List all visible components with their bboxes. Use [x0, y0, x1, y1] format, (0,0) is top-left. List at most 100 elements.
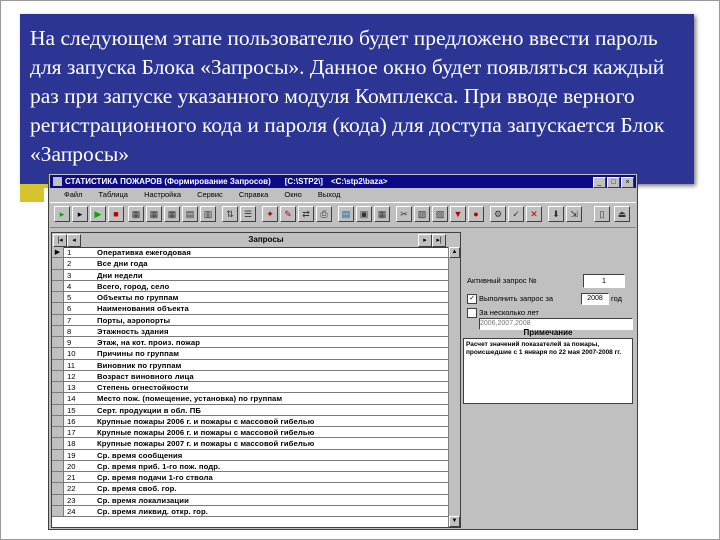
toolbar-sort-icon[interactable]: ⇅ [222, 206, 238, 222]
table-row[interactable]: 10 Причины по группам [52, 348, 460, 360]
run-for-year-checkbox[interactable]: ✓ [467, 294, 477, 304]
table-row[interactable]: 16 Крупные пожары 2006 г. и пожары с масс… [52, 415, 460, 427]
grid-scrollbar[interactable]: ▲ ▼ [448, 247, 460, 527]
row-selector[interactable] [52, 348, 64, 359]
table-row[interactable]: 15 Серт. продукции в обл. ПБ [52, 404, 460, 416]
toolbar-cancel-icon[interactable]: ✕ [526, 206, 542, 222]
toolbar-paste-icon[interactable]: ▨ [432, 206, 448, 222]
table-row[interactable]: 9 Этаж, на кот. произ. пожар [52, 337, 460, 349]
table-row[interactable]: 13 Степень огнестойкости [52, 382, 460, 394]
several-years-checkbox[interactable] [467, 308, 477, 318]
toolbar-run-icon[interactable]: ▸ [54, 206, 70, 222]
toolbar-grid1-icon[interactable]: ▦ [128, 206, 144, 222]
row-selector[interactable] [52, 393, 64, 404]
year-input[interactable]: 2008 [581, 293, 609, 305]
menu-help[interactable]: Справка [239, 189, 268, 201]
toolbar-edit-icon[interactable]: ✎ [280, 206, 296, 222]
table-row[interactable]: 20 Ср. время приб. 1-го пож. подр. [52, 460, 460, 472]
table-row[interactable]: 23 Ср. время локализации [52, 494, 460, 506]
table-row[interactable]: 14 Место пож. (помещение, установка) по г… [52, 393, 460, 405]
scroll-down-icon[interactable]: ▼ [449, 516, 460, 527]
toolbar-export-icon[interactable]: ⇲ [566, 206, 582, 222]
menu-window[interactable]: Окно [284, 189, 301, 201]
toolbar-find-icon[interactable]: ▼ [450, 206, 466, 222]
row-selector[interactable] [52, 292, 64, 303]
query-name: Этаж, на кот. произ. пожар [97, 338, 201, 347]
close-button[interactable]: × [621, 177, 634, 188]
row-selector[interactable] [52, 382, 64, 393]
toolbar-grid2-icon[interactable]: ▦ [146, 206, 162, 222]
prev-record-button[interactable]: ◂ [67, 234, 81, 247]
row-selector[interactable] [52, 460, 64, 471]
first-record-button[interactable]: |◂ [53, 234, 67, 247]
toolbar-filter-icon[interactable]: ✦ [262, 206, 278, 222]
toolbar-settings-icon[interactable]: ⚙ [490, 206, 506, 222]
menu-exit[interactable]: Выход [318, 189, 340, 201]
table-row[interactable]: 2 Все дни года [52, 258, 460, 270]
row-selector[interactable] [52, 370, 64, 381]
table-row[interactable]: 22 Ср. время своб. гор. [52, 483, 460, 495]
table-row[interactable]: 12 Возраст виновного лица [52, 370, 460, 382]
toolbar-grid5-icon[interactable]: ▥ [200, 206, 216, 222]
row-selector[interactable]: ▶ [52, 247, 64, 258]
table-row[interactable]: 4 Всего, город, село [52, 280, 460, 292]
minimize-button[interactable]: _ [593, 177, 606, 188]
toolbar-image-icon[interactable]: ▧ [414, 206, 430, 222]
table-row[interactable]: 3 Дни недели [52, 269, 460, 281]
menu-settings[interactable]: Настройка [144, 189, 181, 201]
toolbar-move-icon[interactable]: ⇄ [298, 206, 314, 222]
table-row[interactable]: 6 Наименования объекта [52, 303, 460, 315]
row-selector[interactable] [52, 359, 64, 370]
toolbar-download-icon[interactable]: ⬇ [548, 206, 564, 222]
toolbar-grid3-icon[interactable]: ▦ [164, 206, 180, 222]
row-selector[interactable] [52, 280, 64, 291]
menu-table[interactable]: Таблица [99, 189, 128, 201]
row-selector[interactable] [52, 472, 64, 483]
last-record-button[interactable]: ▸| [432, 234, 446, 247]
row-selector[interactable] [52, 438, 64, 449]
row-selector[interactable] [52, 325, 64, 336]
row-selector[interactable] [52, 427, 64, 438]
table-row[interactable]: 5 Объекты по группам [52, 292, 460, 304]
toolbar-door-icon[interactable]: ▯ [594, 206, 610, 222]
toolbar-list-icon[interactable]: ☰ [240, 206, 256, 222]
toolbar-table-icon[interactable]: ▦ [374, 206, 390, 222]
row-selector[interactable] [52, 303, 64, 314]
toolbar-grid4-icon[interactable]: ▤ [182, 206, 198, 222]
table-row[interactable]: ▶ 1 Оперативка ежегодовая [52, 247, 460, 259]
toolbar-doc-icon[interactable]: ▣ [356, 206, 372, 222]
row-selector[interactable] [52, 314, 64, 325]
row-selector[interactable] [52, 269, 64, 280]
table-row[interactable]: 8 Этажность здания [52, 325, 460, 337]
toolbar-play-icon[interactable]: ▶ [90, 206, 106, 222]
menu-file[interactable]: Файл [64, 189, 82, 201]
toolbar-cut-icon[interactable]: ✂ [396, 206, 412, 222]
toolbar-stop-icon[interactable]: ■ [108, 206, 124, 222]
row-selector[interactable] [52, 415, 64, 426]
row-selector[interactable] [52, 494, 64, 505]
toolbar-exit-icon[interactable]: ⏏ [614, 206, 630, 222]
table-row[interactable]: 7 Порты, аэропорты [52, 314, 460, 326]
table-row[interactable]: 18 Крупные пожары 2007 г. и пожары с масс… [52, 438, 460, 450]
scroll-up-icon[interactable]: ▲ [449, 247, 460, 258]
toolbar-check-icon[interactable]: ✓ [508, 206, 524, 222]
query-name: Ср. время локализации [97, 495, 189, 505]
row-selector[interactable] [52, 505, 64, 516]
table-row[interactable]: 21 Ср. время подачи 1-го ствола [52, 472, 460, 484]
table-row[interactable]: 24 Ср. время ликвид. откр. гор. [52, 505, 460, 517]
toolbar-chart-icon[interactable]: ▤ [338, 206, 354, 222]
row-selector[interactable] [52, 258, 64, 269]
table-row[interactable]: 17 Крупные пожары 2006 г. и пожары с масс… [52, 427, 460, 439]
table-row[interactable]: 11 Виновник по группам [52, 359, 460, 371]
row-selector[interactable] [52, 483, 64, 494]
toolbar-select-icon[interactable]: ▸ [72, 206, 88, 222]
toolbar-marker-icon[interactable]: ● [468, 206, 484, 222]
row-selector[interactable] [52, 404, 64, 415]
maximize-button[interactable]: □ [607, 177, 620, 188]
menu-service[interactable]: Сервис [197, 189, 223, 201]
toolbar-print-icon[interactable]: ⎙ [316, 206, 332, 222]
row-selector[interactable] [52, 449, 64, 460]
row-selector[interactable] [52, 337, 64, 348]
next-record-button[interactable]: ▸ [418, 234, 432, 247]
table-row[interactable]: 19 Ср. время сообщения [52, 449, 460, 461]
